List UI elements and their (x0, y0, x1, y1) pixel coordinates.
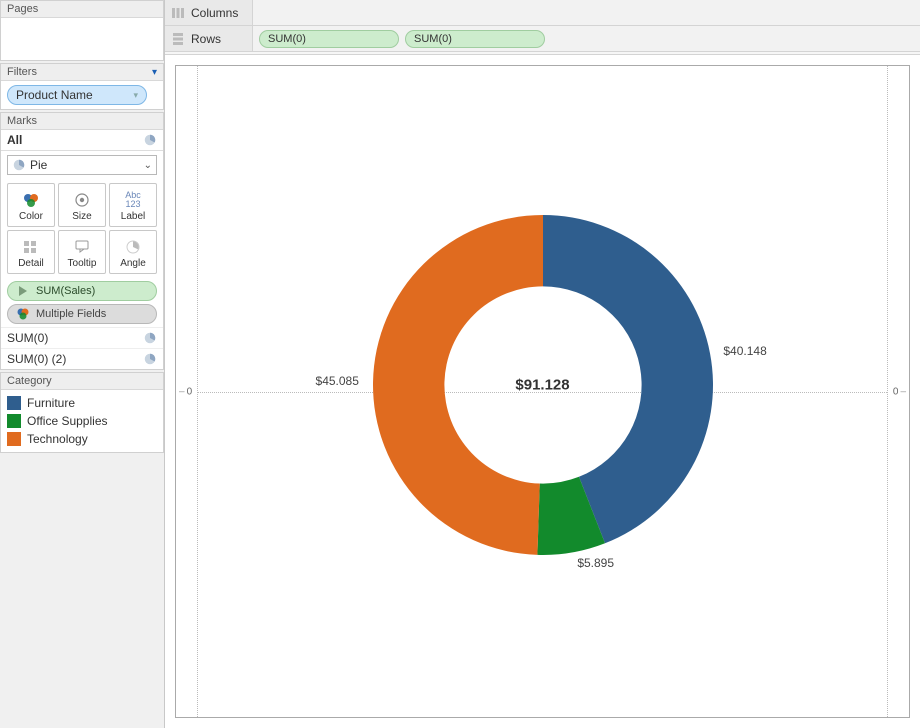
marks-color-label: Color (19, 211, 43, 222)
legend-swatch (7, 414, 21, 428)
marks-angle-label: Angle (120, 258, 146, 269)
pie-icon (143, 331, 157, 345)
columns-shelf-text: Columns (191, 6, 238, 20)
marks-label-label: Label (121, 211, 145, 222)
label-play-icon (16, 284, 30, 298)
marks-all-label: All (7, 133, 22, 147)
columns-icon (171, 6, 185, 20)
pages-panel: Pages (0, 0, 164, 61)
main-area: Columns Rows SUM(0) SUM(0) (165, 0, 920, 728)
marks-sum0-label: SUM(0) (7, 331, 48, 345)
filters-menu-icon[interactable]: ▾ (152, 67, 157, 78)
rows-shelf[interactable]: Rows SUM(0) SUM(0) (165, 26, 920, 52)
marks-sum0-row[interactable]: SUM(0) (1, 327, 163, 348)
viz-canvas-wrap: – 0 0 – $91.128 $40.148 $5.895 (165, 54, 920, 728)
axis-tick-mark: – (179, 386, 185, 397)
left-axis-zero: – 0 (179, 386, 192, 397)
mark-type-label: Pie (30, 158, 47, 172)
pie-icon (143, 133, 157, 147)
right-axis-zero: 0 – (893, 386, 906, 397)
left-axis-zero-label: 0 (187, 386, 193, 397)
data-label-furniture: $40.148 (723, 344, 766, 358)
legend-swatch (7, 432, 21, 446)
marks-label-button[interactable]: Abc123 Label (109, 183, 157, 227)
marks-sum0-2-row[interactable]: SUM(0) (2) (1, 348, 163, 369)
data-label-office-supplies: $5.895 (577, 556, 614, 570)
filter-pill-label: Product Name (16, 88, 93, 102)
marks-body: All Pie ⌄ (1, 130, 163, 369)
field-sum-sales-label: SUM(Sales) (36, 285, 95, 297)
donut-center-total: $91.128 (515, 376, 569, 393)
rows-pill-2-label: SUM(0) (414, 33, 452, 45)
category-title-text: Category (7, 375, 52, 387)
detail-icon (23, 238, 39, 256)
angle-icon (125, 238, 141, 256)
legend-item-technology[interactable]: Technology (7, 430, 157, 448)
marks-detail-label: Detail (18, 258, 44, 269)
color-icon (22, 191, 40, 209)
filters-title: Filters ▾ (1, 64, 163, 81)
columns-shelf[interactable]: Columns (165, 0, 920, 26)
rows-pill-sum0-2[interactable]: SUM(0) (405, 30, 545, 48)
category-body: Furniture Office Supplies Technology (1, 390, 163, 452)
category-title: Category (1, 373, 163, 390)
color-icon (16, 307, 30, 321)
field-sum-sales[interactable]: SUM(Sales) (7, 281, 157, 301)
dropdown-icon: ▾ (133, 90, 138, 101)
pages-title: Pages (1, 1, 163, 18)
rows-pill-1-label: SUM(0) (268, 33, 306, 45)
left-axis: – 0 (176, 66, 198, 717)
axis-tick-mark: – (900, 386, 906, 397)
marks-angle-button[interactable]: Angle (109, 230, 157, 274)
marks-sum-rows: SUM(0) SUM(0) (2) (1, 327, 163, 369)
size-icon (73, 191, 91, 209)
marks-tooltip-button[interactable]: Tooltip (58, 230, 106, 274)
legend-label: Office Supplies (27, 414, 108, 428)
field-multiple-fields-label: Multiple Fields (36, 308, 106, 320)
category-panel: Category Furniture Office Supplies Techn… (0, 372, 164, 453)
label-icon: Abc123 (125, 191, 141, 209)
right-axis: 0 – (887, 66, 909, 717)
rows-shelf-text: Rows (191, 32, 221, 46)
rows-shelf-content[interactable]: SUM(0) SUM(0) (253, 30, 920, 48)
marks-size-button[interactable]: Size (58, 183, 106, 227)
marks-color-button[interactable]: Color (7, 183, 55, 227)
rows-pill-sum0-1[interactable]: SUM(0) (259, 30, 399, 48)
rows-icon (171, 32, 185, 46)
legend-label: Furniture (27, 396, 75, 410)
columns-shelf-label: Columns (165, 0, 253, 25)
marks-size-label: Size (72, 211, 91, 222)
mark-type-select[interactable]: Pie ⌄ (7, 155, 157, 175)
marks-tooltip-label: Tooltip (68, 258, 97, 269)
legend-swatch (7, 396, 21, 410)
data-label-technology: $45.085 (316, 374, 359, 388)
pages-body[interactable] (1, 18, 163, 60)
legend-item-furniture[interactable]: Furniture (7, 394, 157, 412)
pages-title-text: Pages (7, 3, 38, 15)
right-axis-zero-label: 0 (893, 386, 899, 397)
pie-icon (12, 158, 26, 172)
filters-body: Product Name ▾ (1, 81, 163, 109)
pie-icon (143, 352, 157, 366)
left-sidebar: Pages Filters ▾ Product Name ▾ Marks (0, 0, 165, 728)
field-multiple-fields[interactable]: Multiple Fields (7, 304, 157, 324)
marks-title: Marks (1, 113, 163, 130)
app-root: Pages Filters ▾ Product Name ▾ Marks (0, 0, 920, 728)
marks-all-row[interactable]: All (1, 130, 163, 151)
marks-title-text: Marks (7, 115, 37, 127)
rows-shelf-label: Rows (165, 26, 253, 51)
marks-detail-button[interactable]: Detail (7, 230, 55, 274)
viz-canvas[interactable]: – 0 0 – $91.128 $40.148 $5.895 (175, 65, 910, 718)
filters-panel: Filters ▾ Product Name ▾ (0, 63, 164, 110)
filter-pill-product-name[interactable]: Product Name ▾ (7, 85, 147, 105)
marks-grid: Color Size Abc123 Label (1, 179, 163, 278)
marks-sum0-2-label: SUM(0) (2) (7, 352, 66, 366)
legend-label: Technology (27, 432, 88, 446)
tooltip-icon (74, 238, 90, 256)
filters-title-text: Filters (7, 66, 37, 78)
marks-panel: Marks All Pie ⌄ (0, 112, 164, 370)
legend-item-office-supplies[interactable]: Office Supplies (7, 412, 157, 430)
chevron-down-icon: ⌄ (144, 160, 152, 171)
